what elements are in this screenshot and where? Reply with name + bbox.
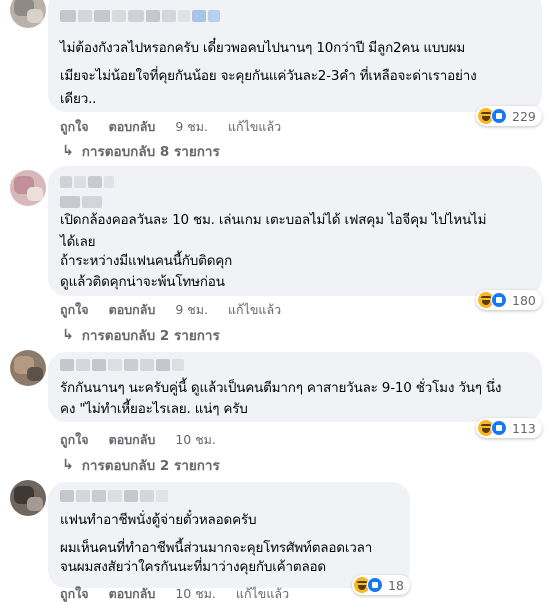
like-button[interactable]: ถูกใจ: [60, 300, 89, 320]
comment-actions: ถูกใจ ตอบกลับ 9 ชม. แก้ไขแล้ว: [60, 117, 281, 137]
comment-text-line: ถ้าระหว่างมีแฟนคนนี้กับติดคุก: [60, 253, 233, 269]
comment-actions: ถูกใจ ตอบกลับ 10 ชม.: [60, 430, 236, 450]
comment-text-line: เปิดกล้องคอลวันละ 10 ชม. เล่นเกม เตะบอลไ…: [60, 212, 487, 228]
reply-button[interactable]: ตอบกลับ: [109, 117, 156, 137]
comment-text-line: ได้เลย: [60, 234, 96, 250]
avatar[interactable]: [10, 170, 46, 206]
comment-timestamp[interactable]: 10 ชม.: [175, 584, 216, 604]
reaction-summary[interactable]: 229: [476, 106, 542, 126]
reply-arrow-icon: ↳: [62, 327, 74, 343]
avatar[interactable]: [10, 350, 46, 386]
comment-timestamp[interactable]: 10 ชม.: [175, 430, 216, 450]
comment-text-line: รักกันนานๆ นะครับคู่นี้ ดูแล้วเป็นคนตีมา…: [60, 380, 502, 396]
view-replies-link[interactable]: ↳ การตอบกลับ 2 รายการ: [62, 454, 220, 476]
comment-text-line: เมียจะไม่น้อยใจที่คุยกันน้อย จะคุยกันแค่…: [60, 68, 477, 84]
reaction-count: 113: [512, 420, 536, 436]
like-emoji-icon: [491, 420, 507, 436]
avatar[interactable]: [10, 480, 46, 516]
reaction-count: 229: [512, 108, 536, 124]
like-emoji-icon: [367, 577, 383, 593]
reaction-summary[interactable]: 180: [476, 290, 542, 310]
view-replies-link[interactable]: ↳ การตอบกลับ 2 รายการ: [62, 324, 220, 346]
commenter-name-redacted[interactable]: [60, 10, 220, 22]
reply-button[interactable]: ตอบกลับ: [109, 584, 156, 604]
comment-actions: ถูกใจ ตอบกลับ 9 ชม. แก้ไขแล้ว: [60, 300, 281, 320]
comment-text-line: ผมเห็นคนที่ทำอาชีพนี้ส่วนมากจะคุยโทรศัพท…: [60, 540, 373, 556]
commenter-name-redacted[interactable]: [60, 490, 168, 502]
avatar[interactable]: [10, 0, 46, 28]
reaction-summary[interactable]: 18: [352, 575, 410, 595]
comment-text-line: ดูแล้วติดคุกน่าจะพ้นโทษก่อน: [60, 274, 225, 290]
like-emoji-icon: [491, 108, 507, 124]
commenter-name-redacted[interactable]: [60, 176, 114, 188]
reply-arrow-icon: ↳: [62, 143, 74, 159]
like-button[interactable]: ถูกใจ: [60, 117, 89, 137]
reaction-count: 180: [512, 292, 536, 308]
reply-button[interactable]: ตอบกลับ: [109, 300, 156, 320]
comment-text-line: ไม่ต้องกังวลไปหรอกครับ เดี๋ยวพอคบไปนานๆ …: [60, 40, 466, 56]
edited-label: แก้ไขแล้ว: [227, 119, 282, 134]
comment-timestamp[interactable]: 9 ชม.: [175, 117, 208, 137]
comment-text-line: เดียว..: [60, 91, 97, 107]
comment-text-line: จนผมสงสัยว่าใครกันนะที่มาว่างคุยกับเค้าต…: [60, 559, 327, 575]
reply-button[interactable]: ตอบกลับ: [109, 430, 156, 450]
edited-label: แก้ไขแล้ว: [227, 302, 282, 317]
replies-count-label: การตอบกลับ 2 รายการ: [81, 328, 220, 344]
like-emoji-icon: [491, 292, 507, 308]
like-button[interactable]: ถูกใจ: [60, 430, 89, 450]
comment-text-line: คง "ไม่ทำเหี้ยอะไรเลย. แน่ๆ ครับ: [60, 401, 248, 417]
reaction-summary[interactable]: 113: [476, 418, 542, 438]
commenter-name-redacted-2[interactable]: [60, 196, 102, 208]
comment-text-line: แฟนทำอาชีพนั่งตู้จ่ายตั๋วหลอดครับ: [60, 512, 257, 528]
like-button[interactable]: ถูกใจ: [60, 584, 89, 604]
replies-count-label: การตอบกลับ 8 รายการ: [81, 144, 220, 160]
reply-arrow-icon: ↳: [62, 457, 74, 473]
comment-actions: ถูกใจ ตอบกลับ 10 ชม. แก้ไขแล้ว: [60, 584, 289, 604]
comment-timestamp[interactable]: 9 ชม.: [175, 300, 208, 320]
edited-label: แก้ไขแล้ว: [235, 586, 290, 601]
reaction-count: 18: [388, 577, 404, 593]
view-replies-link[interactable]: ↳ การตอบกลับ 8 รายการ: [62, 140, 220, 162]
commenter-name-redacted[interactable]: [60, 359, 184, 371]
replies-count-label: การตอบกลับ 2 รายการ: [81, 458, 220, 474]
